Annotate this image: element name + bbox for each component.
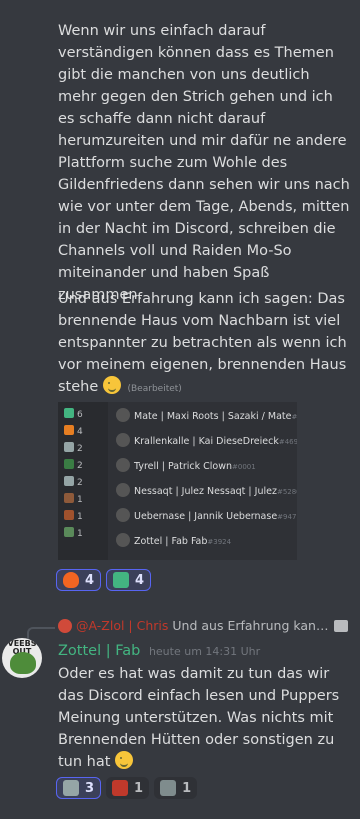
vote-emoji-icon bbox=[64, 459, 74, 469]
fire-icon bbox=[63, 572, 79, 588]
reaction-check[interactable]: 4 bbox=[106, 569, 152, 591]
vote-row: 1 bbox=[64, 527, 83, 543]
avatar[interactable]: VEEBS OUT bbox=[2, 638, 42, 678]
user-tag: #9471 bbox=[277, 513, 297, 521]
message-header: Zottel | Fab heute um 14:31 Uhr bbox=[58, 643, 260, 659]
reaction-bar: 3 1 1 bbox=[56, 777, 198, 799]
vote-count: 1 bbox=[77, 495, 83, 505]
user-avatar bbox=[116, 508, 130, 522]
vote-count: 1 bbox=[77, 512, 83, 522]
reaction-count: 3 bbox=[85, 780, 95, 796]
user-tag: #2222 bbox=[291, 413, 297, 421]
user-avatar bbox=[116, 433, 130, 447]
message-paragraph: Oder es hat was damit zu tun das wir das… bbox=[58, 666, 340, 770]
vote-count: 2 bbox=[77, 478, 83, 488]
reaction-count: 1 bbox=[134, 780, 144, 796]
user-name: Nessaqt | Julez Nessaqt | Julez bbox=[134, 486, 277, 497]
figure-icon bbox=[160, 780, 177, 796]
banner-icon bbox=[112, 780, 129, 796]
user-name: Uebernase | Jannik Uebernase bbox=[134, 511, 278, 522]
reply-text: Und aus Erfahrung kann ich sagen: Das br… bbox=[172, 618, 330, 633]
tripod-icon bbox=[63, 780, 79, 796]
vote-row: 6 bbox=[64, 408, 83, 424]
frog-icon bbox=[10, 652, 36, 674]
user-row: Zottel | Fab Fab#3924 bbox=[116, 533, 231, 551]
user-row: Mate | Maxi Roots | Sazaki / Mate#2222 bbox=[116, 408, 297, 426]
user-avatar bbox=[116, 533, 130, 547]
wink-emoji-icon bbox=[102, 376, 121, 394]
vote-row: 4 bbox=[64, 425, 83, 441]
reaction-count: 1 bbox=[182, 780, 192, 796]
user-avatar bbox=[116, 408, 130, 422]
user-row: Uebernase | Jannik Uebernase#9471 bbox=[116, 508, 297, 526]
user-tag: #0001 bbox=[232, 463, 256, 471]
user-avatar bbox=[116, 483, 130, 497]
vote-row: 2 bbox=[64, 476, 83, 492]
vote-emoji-icon bbox=[64, 476, 74, 486]
vote-row: 2 bbox=[64, 459, 83, 475]
vote-count: 2 bbox=[77, 444, 83, 454]
reply-connector bbox=[27, 627, 55, 639]
vote-emoji-icon bbox=[64, 527, 74, 537]
user-name: Zottel | Fab Fab bbox=[134, 536, 208, 547]
user-avatar bbox=[116, 458, 130, 472]
vote-emoji-icon bbox=[64, 510, 74, 520]
reaction-banner[interactable]: 1 bbox=[106, 777, 150, 799]
reaction-count: 4 bbox=[135, 572, 145, 588]
timestamp: heute um 14:31 Uhr bbox=[148, 645, 261, 658]
vote-emoji-icon bbox=[64, 425, 74, 435]
user-row: Nessaqt | Julez Nessaqt | Julez#5280 bbox=[116, 483, 297, 501]
author-name[interactable]: Zottel | Fab bbox=[58, 643, 140, 659]
vote-count: 6 bbox=[77, 410, 83, 420]
vote-emoji-icon bbox=[64, 493, 74, 503]
vote-count: 2 bbox=[77, 461, 83, 471]
user-name: Tyrell | Patrick Clown bbox=[134, 461, 233, 472]
message-paragraph: Und aus Erfahrung kann ich sagen: Das br… bbox=[58, 291, 347, 395]
user-row: Tyrell | Patrick Clown#0001 bbox=[116, 458, 256, 476]
reaction-count: 4 bbox=[85, 572, 95, 588]
vote-count: 1 bbox=[77, 529, 83, 539]
user-row: Krallenkalle | Kai DieseDreieck#4699 bbox=[116, 433, 297, 451]
reaction-figure[interactable]: 1 bbox=[154, 777, 198, 799]
vote-count: 4 bbox=[77, 427, 83, 437]
user-tag: #5280 bbox=[276, 488, 297, 496]
vote-emoji-icon bbox=[64, 442, 74, 452]
reaction-tripod[interactable]: 3 bbox=[56, 777, 102, 799]
user-name: Mate | Maxi Roots | Sazaki / Mate bbox=[134, 411, 292, 422]
embedded-image[interactable]: 6 4 2 2 2 1 1 1 Mate | Maxi Roots | Sazaki / Ma… bbox=[58, 402, 297, 560]
image-icon bbox=[334, 619, 348, 632]
message-paragraph: Wenn wir uns einfach darauf verständigen… bbox=[58, 23, 350, 303]
vote-emoji-icon bbox=[64, 408, 74, 418]
reply-preview[interactable]: @A-Zlol | Chris Und aus Erfahrung kann i… bbox=[58, 618, 348, 633]
user-name: Krallenkalle | Kai DieseDreieck bbox=[134, 436, 279, 447]
reaction-fire[interactable]: 4 bbox=[56, 569, 102, 591]
user-tag: #3924 bbox=[207, 538, 232, 546]
check-mark-icon bbox=[113, 572, 130, 588]
vote-row: 1 bbox=[64, 493, 83, 509]
vote-row: 1 bbox=[64, 510, 83, 526]
reaction-bar: 4 4 bbox=[56, 569, 152, 591]
wink-emoji-icon bbox=[115, 751, 134, 769]
user-tag: #4699 bbox=[278, 438, 297, 446]
reply-avatar bbox=[58, 618, 72, 633]
reply-mention[interactable]: @A-Zlol | Chris bbox=[76, 618, 168, 633]
edited-label: (Bearbeitet) bbox=[127, 384, 182, 394]
vote-row: 2 bbox=[64, 442, 83, 458]
